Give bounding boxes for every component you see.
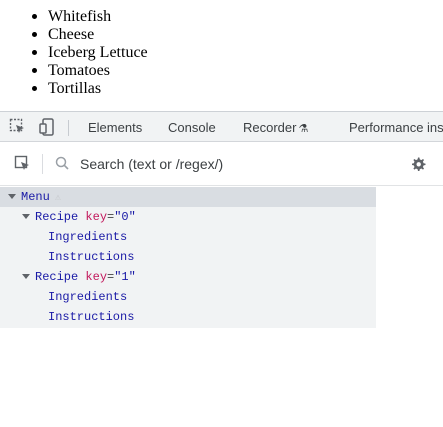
devtools-tabbar: Elements Console Recorder ⚗ Performance i… — [0, 111, 443, 142]
select-component-icon[interactable] — [13, 154, 33, 174]
gear-icon[interactable] — [408, 154, 428, 174]
inspect-element-icon[interactable] — [8, 117, 28, 137]
tree-node-ingredients[interactable]: Ingredients — [0, 287, 127, 307]
component-tree: Menu ⚠ Recipe key="0" Ingredients Instruc… — [0, 187, 376, 328]
devtools-panel: Elements Console Recorder ⚗ Performance i… — [0, 111, 443, 427]
tree-node-instructions[interactable]: Instructions — [0, 247, 134, 267]
tree-node-recipe[interactable]: Recipe key="1" — [0, 267, 136, 287]
tab-performance[interactable]: Performance ins — [349, 120, 443, 135]
tree-node-menu[interactable]: Menu ⚠ — [0, 187, 376, 207]
list-item: Whitefish — [24, 8, 148, 26]
device-toolbar-icon[interactable] — [38, 117, 58, 137]
list-item: Tortillas — [24, 80, 148, 98]
tree-node-instructions[interactable]: Instructions — [0, 307, 134, 327]
warning-icon: ⚠ — [54, 193, 61, 204]
component-search-bar: Search (text or /regex/) — [0, 142, 443, 186]
searchbar-divider — [42, 154, 43, 174]
chevron-down-icon[interactable] — [22, 274, 30, 280]
list-item: Cheese — [24, 26, 148, 44]
tab-console[interactable]: Console — [168, 120, 216, 135]
tab-elements[interactable]: Elements — [88, 120, 142, 135]
list-item: Iceberg Lettuce — [24, 44, 148, 62]
tree-node-recipe[interactable]: Recipe key="0" — [0, 207, 136, 227]
experiment-flask-icon: ⚗ — [298, 123, 309, 135]
chevron-down-icon[interactable] — [8, 194, 16, 200]
chevron-down-icon[interactable] — [22, 214, 30, 220]
tab-recorder[interactable]: Recorder ⚗ — [243, 120, 308, 135]
tree-node-ingredients[interactable]: Ingredients — [0, 227, 127, 247]
search-input[interactable]: Search (text or /regex/) — [80, 156, 223, 172]
tab-recorder-label: Recorder — [243, 120, 297, 135]
list-item: Tomatoes — [24, 62, 148, 80]
toolbar-divider — [68, 120, 69, 136]
search-icon — [54, 155, 74, 175]
ingredient-list: Whitefish Cheese Iceberg Lettuce Tomatoe… — [24, 8, 148, 98]
